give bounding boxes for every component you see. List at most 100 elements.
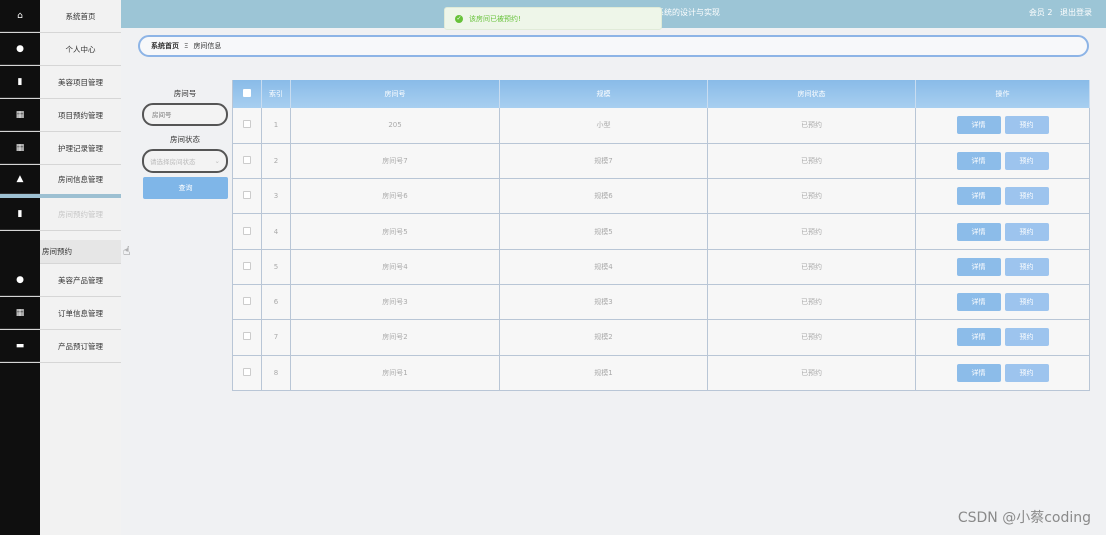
table-row: 5 房间号4 规模4 已预约 详情 预约 [232,249,1090,285]
row-checkbox[interactable] [243,120,251,129]
sidebar-item-care-records[interactable]: ▦ 护理记录管理 [0,132,121,165]
cell-actions: 详情 预约 [915,284,1090,321]
book-button[interactable]: 预约 [1004,363,1049,382]
row-checkbox[interactable] [243,155,251,164]
detail-button[interactable]: 详情 [956,151,1001,170]
table-row: 1 205 小型 已预约 详情 预约 [232,108,1090,144]
row-checkbox[interactable] [243,226,251,235]
breadcrumb-current: 房间信息 [193,42,222,50]
row-checkbox[interactable] [243,261,251,270]
query-button[interactable]: 查询 [143,177,228,199]
home-icon: ⌂ [0,0,40,32]
sidebar-item-label: 个人中心 [65,44,96,54]
cell-scale: 小型 [499,108,708,144]
sidebar-item-label: 护理记录管理 [58,143,103,153]
sidebar-item-project-booking[interactable]: ▦ 项目预约管理 [0,99,121,132]
book-button[interactable]: 预约 [1004,222,1049,241]
book-button[interactable]: 预约 [1004,328,1049,347]
breadcrumb-home[interactable]: 系统首页 [151,41,179,51]
cell-actions: 详情 预约 [915,355,1090,391]
detail-button[interactable]: 详情 [956,328,1001,347]
room-number-input[interactable] [142,103,228,126]
cell-scale: 规模7 [499,143,708,180]
cell-index: 6 [261,284,291,321]
room-number-label: 房间号 [173,89,197,98]
room-status-placeholder: 请选择房间状态 [150,158,196,166]
book-button[interactable]: 预约 [1004,116,1049,135]
table-row: 4 房间号5 规模5 已预约 详情 预约 [232,213,1090,250]
select-all-checkbox[interactable] [243,89,251,97]
cell-index: 1 [261,108,291,144]
book-button[interactable]: 预约 [1004,187,1049,206]
sidebar-item-label: 产品预订管理 [58,341,103,351]
breadcrumb: 系统首页 Ξ 房间信息 [138,35,1089,57]
column-header-status: 房间状态 [707,80,916,108]
sidebar-item-room-booking[interactable]: ▮ 房间预约管理 [0,198,121,231]
sidebar-menu: ⌂ 系统首页 ● 个人中心 ▮ 美容项目管理 ▦ 项目预约管理 ▦ 护理记录管理… [0,0,130,363]
sidebar: ⌂ 系统首页 ● 个人中心 ▮ 美容项目管理 ▦ 项目预约管理 ▦ 护理记录管理… [0,0,130,535]
breadcrumb-separator: Ξ [184,42,189,50]
submenu-item-label: 房间预约 [42,247,72,256]
room-status-label: 房间状态 [170,135,200,144]
cell-status: 已预约 [707,178,916,215]
sidebar-item-orders[interactable]: ▦ 订单信息管理 [0,297,121,330]
sidebar-item-label: 订单信息管理 [58,308,103,318]
detail-button[interactable]: 详情 [956,293,1001,312]
cell-scale: 规模1 [499,355,708,391]
cell-room: 房间号2 [290,319,500,356]
book-button[interactable]: 预约 [1004,257,1049,276]
detail-button[interactable]: 详情 [956,116,1001,135]
detail-button[interactable]: 详情 [956,257,1001,276]
cell-room: 房间号3 [290,284,500,321]
room-status-select[interactable]: 请选择房间状态 ⌄ [142,149,228,173]
clipboard-icon: ▮ [0,198,40,230]
sidebar-item-home[interactable]: ⌂ 系统首页 [0,0,121,33]
cell-room: 房间号5 [290,213,500,250]
cell-index: 7 [261,319,291,356]
detail-button[interactable]: 详情 [956,222,1001,241]
column-header-room: 房间号 [290,80,500,108]
cell-status: 已预约 [707,213,916,250]
grid-icon: ▦ [0,99,40,131]
row-select-cell [232,319,262,356]
table-row: 7 房间号2 规模2 已预约 详情 预约 [232,319,1090,356]
user-icon: ● [0,264,40,296]
sidebar-item-beauty-products[interactable]: ● 美容产品管理 [0,264,121,297]
detail-button[interactable]: 详情 [956,187,1001,206]
select-all-header [232,80,262,108]
sidebar-item-beauty-project[interactable]: ▮ 美容项目管理 [0,66,121,99]
cell-room: 房间号4 [290,249,500,285]
cell-actions: 详情 预约 [915,108,1090,144]
thumb-icon: ▲ [0,165,40,194]
cell-index: 5 [261,249,291,285]
toast-message: 该房间已被预约! [469,14,521,23]
cell-actions: 详情 预约 [915,249,1090,285]
sidebar-item-label: 房间预约管理 [58,209,103,219]
cell-status: 已预约 [707,249,916,285]
cell-status: 已预约 [707,284,916,321]
cell-room: 房间号6 [290,178,500,215]
row-checkbox[interactable] [243,297,251,306]
row-select-cell [232,213,262,250]
cell-actions: 详情 预约 [915,319,1090,356]
row-select-cell [232,355,262,391]
sidebar-item-product-orders[interactable]: ▬ 产品预订管理 [0,330,121,363]
cell-scale: 规模4 [499,249,708,285]
app-title: 系统的设计与实现 [656,8,720,17]
book-button[interactable]: 预约 [1004,293,1049,312]
cell-scale: 规模5 [499,213,708,250]
detail-button[interactable]: 详情 [956,363,1001,382]
monitor-icon: ▬ [0,330,40,362]
cell-index: 8 [261,355,291,391]
row-checkbox[interactable] [243,367,251,376]
book-button[interactable]: 预约 [1004,151,1049,170]
sidebar-item-label: 美容产品管理 [58,275,103,285]
row-checkbox[interactable] [243,332,251,341]
row-select-cell [232,143,262,180]
sidebar-item-personal-center[interactable]: ● 个人中心 [0,33,121,66]
submenu-item-room-booking[interactable]: 房间预约 ☝ [40,240,130,264]
row-checkbox[interactable] [243,191,251,200]
sidebar-item-room-info[interactable]: ▲ 房间信息管理 [0,165,121,198]
logout-link[interactable]: 退出登录 [1060,8,1092,17]
clipboard-icon: ▮ [0,66,40,98]
